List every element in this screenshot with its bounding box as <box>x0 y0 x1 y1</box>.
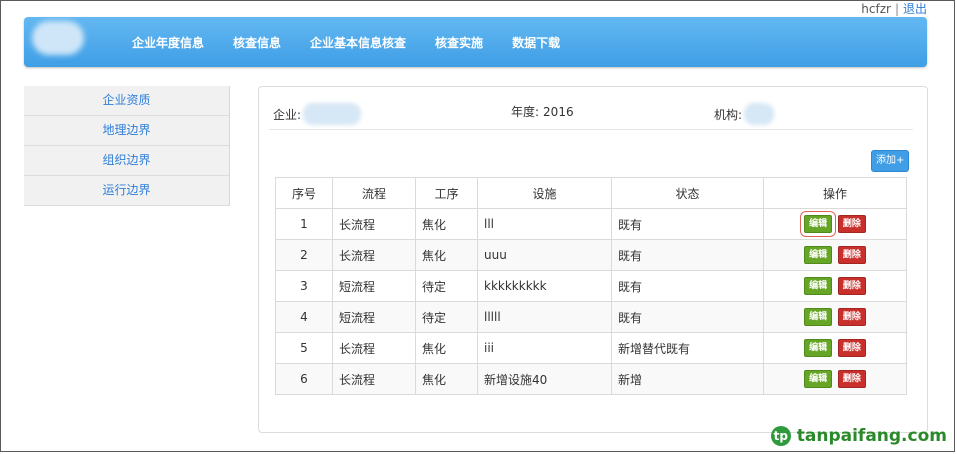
user-bar: hcfzr | 退出 <box>861 0 927 17</box>
col-header-actions: 操作 <box>763 177 907 209</box>
cell-status: 既有 <box>611 208 764 240</box>
table-row: 1 长流程 焦化 lll 既有 编辑 删除 <box>275 208 907 240</box>
sidebar-item-operation-boundary[interactable]: 运行边界 <box>24 176 229 206</box>
cell-no: 5 <box>275 332 333 364</box>
table-row: 2 长流程 焦化 uuu 既有 编辑 删除 <box>275 239 907 271</box>
cell-actions: 编辑 删除 <box>763 363 907 395</box>
delete-button[interactable]: 删除 <box>837 339 866 357</box>
table-row: 4 短流程 待定 lllll 既有 编辑 删除 <box>275 301 907 333</box>
cell-facility: lllll <box>477 301 612 333</box>
cell-facility: iii <box>477 332 612 364</box>
table-row: 3 短流程 待定 kkkkkkkkk 既有 编辑 删除 <box>275 270 907 302</box>
year-label: 年度: <box>511 105 540 119</box>
add-button[interactable]: 添加+ <box>871 150 910 172</box>
cell-facility: uuu <box>477 239 612 271</box>
nav-item-verification-impl[interactable]: 核查实施 <box>435 34 483 51</box>
cell-status: 新增 <box>611 363 764 395</box>
sidebar-item-qualification[interactable]: 企业资质 <box>24 86 229 116</box>
delete-button[interactable]: 删除 <box>837 215 866 233</box>
company-label: 企业: <box>273 107 302 122</box>
sidebar-item-geographic-boundary[interactable]: 地理边界 <box>24 116 229 146</box>
org-info: 机构: <box>714 103 775 125</box>
facility-table: 序号 流程 工序 设施 状态 操作 1 长流程 焦化 lll 既有 编辑 删除 <box>275 177 907 395</box>
cell-actions: 编辑 删除 <box>763 239 907 271</box>
sidebar-item-organization-boundary[interactable]: 组织边界 <box>24 146 229 176</box>
cell-facility: lll <box>477 208 612 240</box>
user-separator: | <box>894 2 899 16</box>
main-panel: 企业: 年度: 2016 机构: 添加+ 序号 流程 工序 设施 状态 操作 1… <box>258 86 928 433</box>
cell-status: 既有 <box>611 270 764 302</box>
username: hcfzr <box>861 2 891 16</box>
col-header-no: 序号 <box>275 177 333 209</box>
edit-button[interactable]: 编辑 <box>804 308 833 326</box>
watermark: tp tanpaifang.com <box>770 426 947 446</box>
delete-button[interactable]: 删除 <box>837 370 866 388</box>
nav-item-basic-info-check[interactable]: 企业基本信息核查 <box>310 34 406 51</box>
col-header-facility: 设施 <box>477 177 612 209</box>
cell-process: 焦化 <box>415 239 478 271</box>
cell-no: 2 <box>275 239 333 271</box>
org-value-redacted <box>744 103 775 125</box>
cell-facility: 新增设施40 <box>477 363 612 395</box>
org-label: 机构: <box>714 107 743 122</box>
col-header-flow: 流程 <box>332 177 416 209</box>
cell-actions: 编辑 删除 <box>763 270 907 302</box>
top-navbar: 企业年度信息 核查信息 企业基本信息核查 核查实施 数据下载 <box>24 17 927 67</box>
cell-process: 焦化 <box>415 208 478 240</box>
cell-flow: 长流程 <box>332 332 416 364</box>
edit-button[interactable]: 编辑 <box>804 339 833 357</box>
nav-item-verification-info[interactable]: 核查信息 <box>233 34 281 51</box>
company-value-redacted <box>303 103 362 125</box>
cell-no: 3 <box>275 270 333 302</box>
cell-status: 新增替代既有 <box>611 332 764 364</box>
cell-actions: 编辑 删除 <box>763 301 907 333</box>
cell-no: 1 <box>275 208 333 240</box>
col-header-status: 状态 <box>611 177 764 209</box>
cell-process: 待定 <box>415 270 478 302</box>
edit-button[interactable]: 编辑 <box>800 211 837 237</box>
cell-actions: 编辑 删除 <box>763 332 907 364</box>
table-row: 6 长流程 焦化 新增设施40 新增 编辑 删除 <box>275 363 907 395</box>
info-row: 企业: 年度: 2016 机构: <box>273 103 909 125</box>
delete-button[interactable]: 删除 <box>837 308 866 326</box>
edit-button[interactable]: 编辑 <box>804 246 833 264</box>
cell-status: 既有 <box>611 301 764 333</box>
sidebar: 企业资质 地理边界 组织边界 运行边界 <box>24 86 230 206</box>
cell-process: 焦化 <box>415 332 478 364</box>
nav-menu: 企业年度信息 核查信息 企业基本信息核查 核查实施 数据下载 <box>132 17 589 67</box>
watermark-text: tanpaifang.com <box>796 426 947 446</box>
watermark-logo-icon: tp <box>770 426 791 446</box>
col-header-process: 工序 <box>415 177 478 209</box>
year-value: 2016 <box>543 104 574 119</box>
delete-button[interactable]: 删除 <box>837 277 866 295</box>
cell-flow: 长流程 <box>332 363 416 395</box>
table-header-row: 序号 流程 工序 设施 状态 操作 <box>275 177 907 209</box>
cell-no: 4 <box>275 301 333 333</box>
year-info: 年度: 2016 <box>511 103 574 120</box>
cell-flow: 长流程 <box>332 208 416 240</box>
cell-flow: 短流程 <box>332 270 416 302</box>
nav-item-data-download[interactable]: 数据下载 <box>512 34 560 51</box>
nav-item-annual-info[interactable]: 企业年度信息 <box>132 34 204 51</box>
table-row: 5 长流程 焦化 iii 新增替代既有 编辑 删除 <box>275 332 907 364</box>
cell-facility: kkkkkkkkk <box>477 270 612 302</box>
divider <box>269 129 913 130</box>
cell-status: 既有 <box>611 239 764 271</box>
company-info: 企业: <box>273 103 362 125</box>
cell-process: 焦化 <box>415 363 478 395</box>
cell-flow: 短流程 <box>332 301 416 333</box>
cell-actions: 编辑 删除 <box>763 208 907 240</box>
logout-link[interactable]: 退出 <box>903 2 927 16</box>
delete-button[interactable]: 删除 <box>837 246 866 264</box>
edit-button[interactable]: 编辑 <box>804 277 833 295</box>
edit-button[interactable]: 编辑 <box>804 370 833 388</box>
cell-flow: 长流程 <box>332 239 416 271</box>
cell-no: 6 <box>275 363 333 395</box>
logo <box>32 21 84 55</box>
cell-process: 待定 <box>415 301 478 333</box>
